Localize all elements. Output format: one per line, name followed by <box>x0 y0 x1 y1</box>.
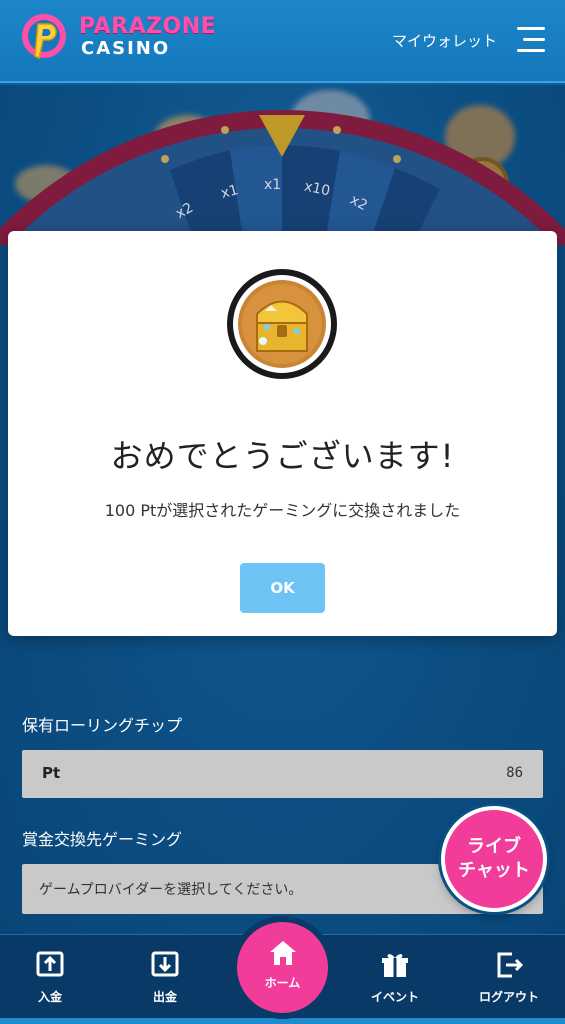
nav-deposit-label: 入金 <box>37 990 62 1004</box>
nav-logout[interactable]: ログアウト <box>469 949 549 1005</box>
withdraw-icon <box>151 951 179 977</box>
gift-icon <box>382 954 408 977</box>
logo-title: PARAZONE <box>79 14 217 39</box>
rolling-chip-label: 保有ローリングチップ <box>22 716 183 735</box>
nav-home-label: ホーム <box>264 976 301 990</box>
nav-logout-label: ログアウト <box>478 990 539 1004</box>
top-header: PARAZONE CASINO マイウォレット <box>0 0 565 83</box>
rolling-chip-balance-field: Pt 86 <box>22 750 543 798</box>
parazone-logo-icon[interactable] <box>20 12 68 64</box>
live-chat-label-line1: ライブ <box>467 836 521 857</box>
nav-home[interactable]: ホーム <box>237 922 328 1013</box>
hamburger-menu-icon[interactable] <box>517 27 545 53</box>
nav-bottom-strip <box>0 1018 565 1024</box>
my-wallet-link[interactable]: マイウォレット <box>392 30 497 51</box>
exchange-target-label: 賞金交換先ゲーミング <box>22 830 183 849</box>
live-chat-button[interactable]: ライブ チャット <box>441 806 547 912</box>
nav-event[interactable]: イベント <box>355 949 435 1005</box>
pt-unit-label: Pt <box>42 764 61 782</box>
nav-deposit[interactable]: 入金 <box>10 949 90 1005</box>
dialog-message: 100 Ptが選択されたゲーミングに交換されました <box>104 501 461 520</box>
pt-balance-value: 86 <box>506 765 523 781</box>
nav-withdraw[interactable]: 出金 <box>125 949 205 1005</box>
success-dialog: おめでとうございます! 100 Ptが選択されたゲーミングに交換されました OK <box>8 231 557 636</box>
home-icon <box>269 941 296 965</box>
ok-button[interactable]: OK <box>240 563 325 613</box>
treasure-chest-icon <box>227 269 337 379</box>
nav-event-label: イベント <box>370 990 419 1004</box>
deposit-icon <box>36 951 64 977</box>
dialog-title: おめでとうございます! <box>110 437 455 475</box>
logo-subtitle: CASINO <box>81 38 171 59</box>
logout-icon <box>497 952 524 978</box>
nav-withdraw-label: 出金 <box>152 990 177 1004</box>
game-provider-placeholder: ゲームプロバイダーを選択してください。 <box>39 882 303 898</box>
live-chat-label-line2: チャット <box>458 860 530 881</box>
